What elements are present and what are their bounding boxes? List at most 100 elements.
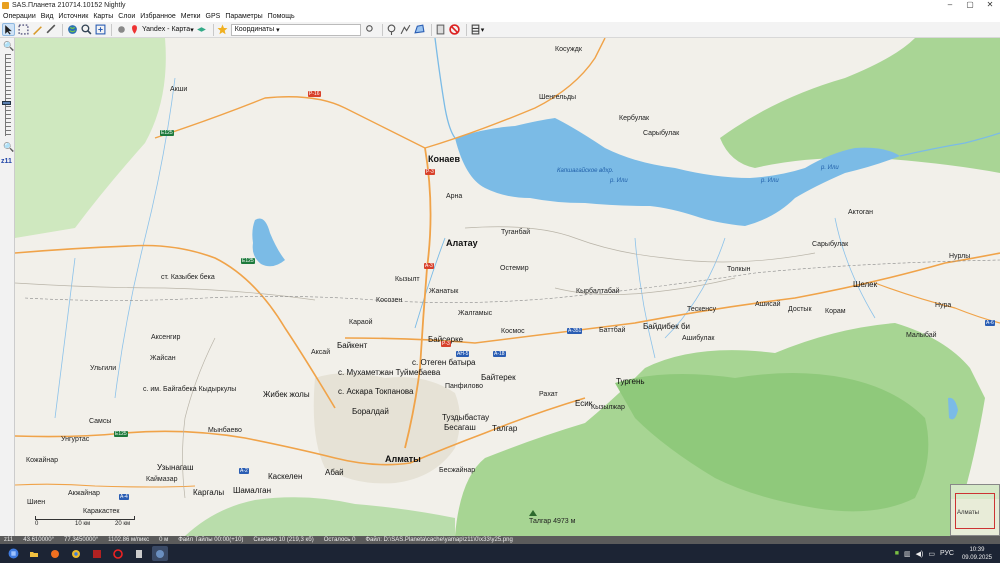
- village-label: с. им. Байгабека Кыдыркулы: [143, 386, 237, 393]
- grid-icon: [471, 24, 480, 35]
- polygon-button[interactable]: [414, 23, 426, 36]
- town-label: Байкент: [337, 341, 368, 350]
- taskbar-chrome[interactable]: [68, 546, 84, 561]
- village-label: Сарыбулак: [643, 130, 680, 137]
- town-label: Бесагаш: [444, 423, 476, 432]
- taskbar-firefox[interactable]: [47, 546, 63, 561]
- ruler-button[interactable]: [31, 23, 43, 36]
- select-icon: [18, 24, 28, 35]
- maximize-button[interactable]: ▢: [960, 0, 980, 10]
- coordinates-label: Координаты: [234, 26, 275, 33]
- nvidia-icon[interactable]: ■: [895, 550, 899, 557]
- satellite-button[interactable]: [115, 23, 127, 36]
- fullscreen-button[interactable]: [94, 23, 106, 36]
- zoom-button[interactable]: [80, 23, 92, 36]
- coordinates-dropdown[interactable]: Координаты ▾: [230, 23, 361, 36]
- road-shield: Р-16: [308, 91, 321, 97]
- scale-tick: 0: [35, 521, 39, 527]
- star-icon: [217, 24, 228, 35]
- path-button[interactable]: [400, 23, 412, 36]
- status-zoom: z11: [4, 537, 14, 543]
- placemark-button[interactable]: [386, 23, 398, 36]
- zoom-panel: 🔍 🔍 z11: [0, 38, 15, 536]
- road-shield: E125: [114, 431, 128, 437]
- document-icon: [136, 549, 142, 558]
- zoom-slider-thumb[interactable]: [2, 101, 11, 105]
- town-label: Каскелен: [268, 472, 303, 481]
- village-label: Кызылт: [395, 276, 420, 283]
- go-button[interactable]: [365, 23, 377, 36]
- map-source-label: Yandex - Карта: [142, 26, 191, 33]
- town-label: Байдибек би: [643, 322, 691, 331]
- road-shield: АН-5: [456, 351, 470, 357]
- map-source-dropdown[interactable]: Yandex - Карта ▾: [129, 23, 194, 36]
- taskbar: ■ ▥ ◀) ▭ РУС 10:39 09.09.2025: [0, 544, 1000, 563]
- layers-icon: [197, 27, 207, 32]
- village-label: Арна: [446, 193, 463, 200]
- layers-button[interactable]: [196, 23, 208, 36]
- menu-gps[interactable]: GPS: [206, 13, 221, 20]
- zoom-in-icon[interactable]: 🔍: [3, 41, 14, 52]
- select-area-button[interactable]: [17, 23, 29, 36]
- taskbar-doc[interactable]: [131, 546, 147, 561]
- village-label: Бесжайнар: [439, 467, 476, 474]
- language-indicator[interactable]: РУС: [940, 550, 954, 557]
- hide-marks-button[interactable]: [449, 23, 461, 36]
- zoom-out-icon[interactable]: 🔍: [3, 142, 14, 153]
- town-label: с. Аскара Токпанова: [338, 387, 414, 396]
- menu-settings[interactable]: Параметры: [225, 13, 262, 20]
- zoom-slider[interactable]: [5, 54, 11, 136]
- road-shield: А-351: [567, 328, 583, 334]
- taskbar-app-red[interactable]: [89, 546, 105, 561]
- grid-button[interactable]: ▾: [470, 23, 484, 36]
- magnifier-icon: [80, 24, 91, 35]
- village-label: Жанатык: [429, 288, 459, 295]
- village-label: Актоган: [848, 209, 873, 216]
- menu-view[interactable]: Вид: [41, 13, 54, 20]
- close-button[interactable]: ✕: [980, 0, 1000, 10]
- measure-button[interactable]: [45, 23, 57, 36]
- menu-source[interactable]: Источник: [58, 13, 88, 20]
- village-label: Караой: [349, 319, 373, 326]
- start-button[interactable]: [5, 546, 21, 561]
- minimap[interactable]: Алматы: [950, 484, 1000, 536]
- taskbar-explorer[interactable]: [26, 546, 42, 561]
- menu-marks[interactable]: Метки: [181, 13, 201, 20]
- village-label: Толкын: [727, 266, 751, 273]
- expand-icon: [95, 24, 105, 35]
- scale-tick: 20 км: [115, 521, 131, 527]
- marks-manager-button[interactable]: [435, 23, 447, 36]
- network-icon[interactable]: ▥: [904, 550, 911, 558]
- town-label: Тургень: [616, 377, 645, 386]
- city-label: Алматы: [385, 454, 421, 464]
- map-view[interactable]: Алматы Конаев Алатау Байсерке Байкент с. Отег…: [15, 38, 1000, 536]
- clock[interactable]: 10:39 09.09.2025: [962, 546, 992, 562]
- app-icon: [2, 1, 9, 9]
- menu-layers[interactable]: Слои: [118, 13, 135, 20]
- menu-operations[interactable]: Операции: [3, 13, 36, 20]
- town-label: Есик: [575, 399, 593, 408]
- status-downloaded: Скачано 10 (219,3 кб): [253, 537, 314, 543]
- minimize-button[interactable]: –: [940, 0, 960, 10]
- taskbar-opera[interactable]: [110, 546, 126, 561]
- taskbar-sasplanet[interactable]: [152, 546, 168, 561]
- village-label: Баттбай: [599, 327, 626, 334]
- globe-button[interactable]: [66, 23, 78, 36]
- town-label: с. Мухаметжан Туймебаева: [338, 368, 441, 377]
- village-label: Панфилово: [445, 383, 484, 390]
- village-label: Нурлы: [949, 253, 971, 260]
- menu-favorites[interactable]: Избранное: [140, 13, 175, 20]
- path-icon: [400, 24, 411, 35]
- battery-icon[interactable]: ▭: [928, 550, 935, 558]
- favorites-button[interactable]: [217, 23, 229, 36]
- menu-maps[interactable]: Карты: [93, 13, 113, 20]
- chrome-icon: [72, 549, 80, 558]
- village-label: Достык: [788, 306, 812, 313]
- road-shield: А-18: [493, 351, 506, 357]
- pointer-tool-button[interactable]: [2, 23, 15, 36]
- village-label: Акжайнар: [68, 490, 100, 497]
- town-label: Узынагаш: [157, 463, 194, 472]
- volume-icon[interactable]: ◀): [916, 550, 924, 558]
- scale-bar: 0 10 км 20 км: [35, 516, 135, 532]
- menu-help[interactable]: Помощь: [268, 13, 295, 20]
